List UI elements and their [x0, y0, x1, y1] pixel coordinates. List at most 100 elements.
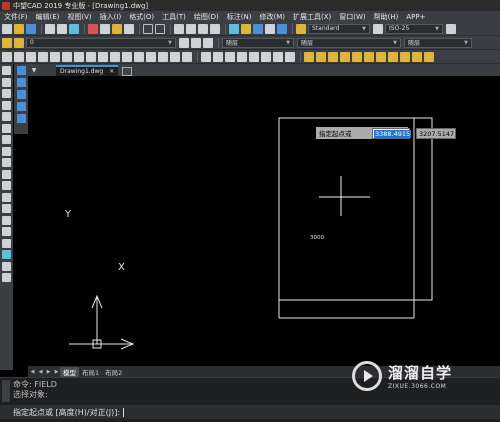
tool-palettes-icon[interactable] [253, 23, 263, 34]
dim-arc-icon[interactable] [328, 51, 338, 62]
table-icon[interactable] [2, 261, 11, 271]
match-properties-icon[interactable] [124, 23, 134, 34]
command-line-input[interactable]: 指定起点或 [高度(H)/对正(J)]: [0, 405, 500, 419]
snap-midpoint-icon[interactable] [213, 51, 223, 62]
dynamic-input-y[interactable]: 3207.5147 [416, 128, 456, 139]
arc-icon[interactable] [2, 123, 11, 133]
ellipse-icon[interactable] [2, 169, 11, 179]
menu-file[interactable]: 文件(F) [0, 12, 32, 22]
snap-center-icon[interactable] [237, 51, 247, 62]
polyline-icon[interactable] [2, 89, 11, 98]
calculator-icon[interactable] [265, 23, 275, 34]
dim-diameter-icon[interactable] [364, 51, 374, 62]
erase-icon[interactable] [2, 51, 12, 62]
publish-icon[interactable] [69, 23, 79, 34]
array-icon[interactable] [50, 51, 60, 62]
menu-draw[interactable]: 绘图(D) [190, 12, 223, 22]
linetype-select[interactable]: 随层 ▼ [297, 37, 401, 48]
layer-previous-icon[interactable] [191, 37, 201, 48]
redo-icon[interactable] [155, 23, 165, 34]
dim-radius-icon[interactable] [352, 51, 362, 62]
trim-icon[interactable] [110, 51, 120, 62]
menu-format[interactable]: 格式(O) [125, 12, 158, 22]
copy-object-icon[interactable] [14, 51, 24, 62]
dim-linear-icon[interactable] [304, 51, 314, 62]
snap-perpendicular-icon[interactable] [273, 51, 283, 62]
offset-icon[interactable] [38, 51, 48, 62]
menu-edit[interactable]: 编辑(E) [32, 12, 64, 22]
menu-app-plus[interactable]: APP+ [402, 13, 429, 21]
pan-icon[interactable] [174, 23, 184, 34]
center-mark-icon[interactable] [424, 51, 434, 62]
open-file-icon[interactable] [14, 23, 24, 34]
tab-drawing1[interactable]: Drawing1.dwg ✕ [56, 65, 119, 76]
region-icon[interactable] [2, 250, 11, 259]
drawing-canvas[interactable] [28, 76, 500, 366]
new-file-icon[interactable] [2, 23, 12, 34]
tab-layout2[interactable]: 布局2 [102, 367, 125, 377]
insert-block-icon[interactable] [2, 192, 11, 202]
layer-tool4-icon[interactable] [16, 102, 26, 111]
cut-icon[interactable] [88, 23, 98, 34]
fillet-icon[interactable] [170, 51, 180, 62]
copy-icon[interactable] [100, 23, 110, 34]
dynamic-input-x[interactable]: 3388.4915 [372, 128, 412, 139]
chamfer-icon[interactable] [158, 51, 168, 62]
break-icon[interactable] [134, 51, 144, 62]
color-select[interactable]: 随层 ▼ [222, 37, 294, 48]
dim-style-select[interactable]: ISO-25 ▼ [385, 23, 443, 34]
extend-icon[interactable] [122, 51, 132, 62]
dim-aligned-icon[interactable] [316, 51, 326, 62]
menu-view[interactable]: 视图(V) [63, 12, 95, 22]
paste-icon[interactable] [112, 23, 122, 34]
layer-isolate-icon[interactable] [203, 37, 213, 48]
zoom-realtime-icon[interactable] [186, 23, 196, 34]
zoom-previous-icon[interactable] [210, 23, 220, 34]
tab-layout1[interactable]: 布局1 [79, 367, 102, 377]
snap-nearest-icon[interactable] [285, 51, 295, 62]
save-icon[interactable] [26, 23, 36, 34]
document-menu-icon[interactable]: ▼ [28, 64, 40, 76]
menu-insert[interactable]: 插入(I) [96, 12, 126, 22]
menu-extend-tools[interactable]: 扩展工具(X) [289, 12, 335, 22]
print-preview-icon[interactable] [57, 23, 67, 34]
join-icon[interactable] [146, 51, 156, 62]
stretch-icon[interactable] [98, 51, 108, 62]
layer-manager-icon[interactable] [2, 37, 12, 48]
layer-tool5-icon[interactable] [16, 114, 26, 123]
new-drawing-tab-icon[interactable] [122, 67, 133, 76]
next-layout-icon[interactable]: ▶ [45, 368, 52, 375]
snap-intersection-icon[interactable] [225, 51, 235, 62]
zoom-window-icon[interactable] [198, 23, 208, 34]
dim-angular-icon[interactable] [376, 51, 386, 62]
mirror-icon[interactable] [26, 51, 36, 62]
spline-icon[interactable] [2, 158, 11, 167]
command-window-grip[interactable] [2, 380, 10, 402]
line-icon[interactable] [2, 66, 11, 75]
snap-quadrant-icon[interactable] [249, 51, 259, 62]
tolerance-icon[interactable] [412, 51, 422, 62]
layer-tool3-icon[interactable] [16, 90, 26, 99]
snap-tangent-icon[interactable] [261, 51, 271, 62]
layer-state-icon[interactable] [14, 37, 24, 48]
menu-tools[interactable]: 工具(T) [158, 12, 190, 22]
rotate-icon[interactable] [74, 51, 84, 62]
first-layout-icon[interactable]: ◀ [29, 368, 36, 375]
point-icon[interactable] [2, 215, 11, 225]
close-icon[interactable]: ✕ [109, 68, 114, 75]
layer-tool-icon[interactable] [16, 66, 26, 75]
menu-help[interactable]: 帮助(H) [370, 12, 403, 22]
properties-icon[interactable] [229, 23, 239, 34]
layer-tool2-icon[interactable] [16, 78, 26, 87]
print-icon[interactable] [45, 23, 55, 34]
menu-window[interactable]: 窗口(W) [335, 12, 369, 22]
move-icon[interactable] [62, 51, 72, 62]
undo-icon[interactable] [143, 23, 153, 34]
menu-modify[interactable]: 修改(M) [255, 12, 289, 22]
dim-ordinate-icon[interactable] [340, 51, 350, 62]
construction-line-icon[interactable] [2, 77, 11, 87]
explode-icon[interactable] [182, 51, 192, 62]
gradient-icon[interactable] [2, 238, 11, 248]
scale-icon[interactable] [86, 51, 96, 62]
revision-cloud-icon[interactable] [2, 146, 11, 156]
